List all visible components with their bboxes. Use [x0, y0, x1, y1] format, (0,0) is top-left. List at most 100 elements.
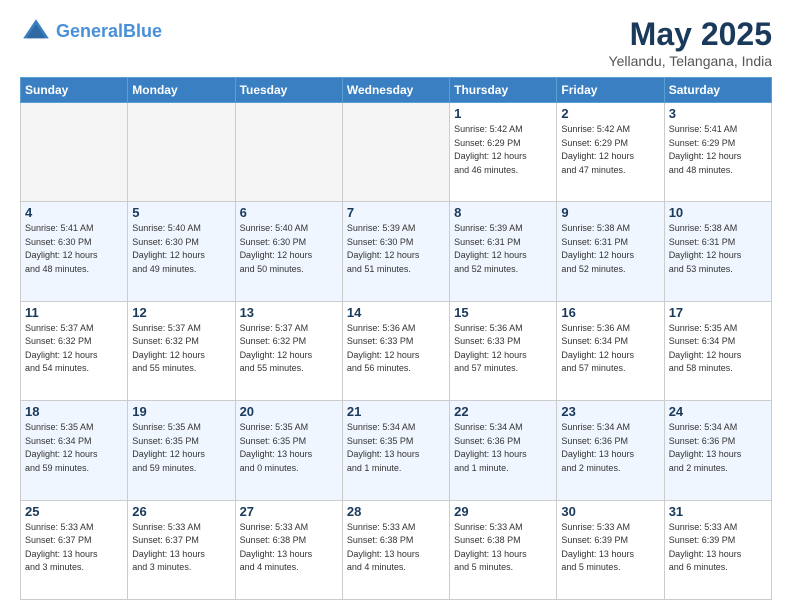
table-row [235, 103, 342, 202]
day-number: 28 [347, 504, 445, 519]
table-row: 29Sunrise: 5:33 AM Sunset: 6:38 PM Dayli… [450, 500, 557, 599]
day-number: 29 [454, 504, 552, 519]
day-number: 23 [561, 404, 659, 419]
th-tuesday: Tuesday [235, 78, 342, 103]
day-info: Sunrise: 5:39 AM Sunset: 6:30 PM Dayligh… [347, 222, 445, 276]
table-row: 24 Sunrise: 5:34 AM Sunset: 6:36 PM Dayli… [664, 401, 771, 500]
day-number: 5 [132, 205, 230, 220]
th-sunday: Sunday [21, 78, 128, 103]
day-info: Sunrise: 5:41 AM Sunset: 6:30 PM Dayligh… [25, 222, 123, 276]
calendar-header-row: Sunday Monday Tuesday Wednesday Thursday… [21, 78, 772, 103]
day-number: 15 [454, 305, 552, 320]
day-number: 6 [240, 205, 338, 220]
day-info: Sunrise: 5:36 AM Sunset: 6:33 PM Dayligh… [454, 322, 552, 376]
th-thursday: Thursday [450, 78, 557, 103]
day-info: Sunrise: 5:35 AM Sunset: 6:35 PM Dayligh… [240, 421, 338, 475]
day-info: Sunrise: 5:40 AM Sunset: 6:30 PM Dayligh… [240, 222, 338, 276]
table-row: 5 Sunrise: 5:40 AM Sunset: 6:30 PM Daylig… [128, 202, 235, 301]
day-info: Sunrise: 5:36 AM Sunset: 6:34 PM Dayligh… [561, 322, 659, 376]
day-number: 25 [25, 504, 123, 519]
day-info: Sunrise: 5:33 AM Sunset: 6:37 PM Dayligh… [132, 521, 230, 575]
day-info: Sunrise: 5:37 AM Sunset: 6:32 PM Dayligh… [240, 322, 338, 376]
table-row: 30 Sunrise: 5:33 AM Sunset: 6:39 PM Dayli… [557, 500, 664, 599]
table-row: 13 Sunrise: 5:37 AM Sunset: 6:32 PM Dayli… [235, 301, 342, 400]
logo-line2: Blue [123, 21, 162, 41]
day-number: 10 [669, 205, 767, 220]
table-row: 1Sunrise: 5:42 AM Sunset: 6:29 PM Daylig… [450, 103, 557, 202]
day-number: 8 [454, 205, 552, 220]
day-info: Sunrise: 5:35 AM Sunset: 6:34 PM Dayligh… [25, 421, 123, 475]
logo-icon [20, 16, 52, 48]
day-info: Sunrise: 5:37 AM Sunset: 6:32 PM Dayligh… [25, 322, 123, 376]
th-saturday: Saturday [664, 78, 771, 103]
day-info: Sunrise: 5:33 AM Sunset: 6:39 PM Dayligh… [561, 521, 659, 575]
logo-line1: General [56, 21, 123, 41]
day-number: 21 [347, 404, 445, 419]
day-info: Sunrise: 5:40 AM Sunset: 6:30 PM Dayligh… [132, 222, 230, 276]
table-row: 4 Sunrise: 5:41 AM Sunset: 6:30 PM Daylig… [21, 202, 128, 301]
table-row: 3 Sunrise: 5:41 AM Sunset: 6:29 PM Daylig… [664, 103, 771, 202]
day-number: 11 [25, 305, 123, 320]
day-info: Sunrise: 5:38 AM Sunset: 6:31 PM Dayligh… [669, 222, 767, 276]
calendar-week-row: 18Sunrise: 5:35 AM Sunset: 6:34 PM Dayli… [21, 401, 772, 500]
table-row: 26 Sunrise: 5:33 AM Sunset: 6:37 PM Dayli… [128, 500, 235, 599]
day-number: 26 [132, 504, 230, 519]
table-row: 22Sunrise: 5:34 AM Sunset: 6:36 PM Dayli… [450, 401, 557, 500]
table-row: 28 Sunrise: 5:33 AM Sunset: 6:38 PM Dayli… [342, 500, 449, 599]
day-number: 12 [132, 305, 230, 320]
day-number: 30 [561, 504, 659, 519]
day-info: Sunrise: 5:33 AM Sunset: 6:38 PM Dayligh… [240, 521, 338, 575]
table-row [342, 103, 449, 202]
table-row: 27Sunrise: 5:33 AM Sunset: 6:38 PM Dayli… [235, 500, 342, 599]
calendar-week-row: 11 Sunrise: 5:37 AM Sunset: 6:32 PM Dayli… [21, 301, 772, 400]
day-info: Sunrise: 5:42 AM Sunset: 6:29 PM Dayligh… [454, 123, 552, 177]
logo-text: GeneralBlue [56, 22, 162, 42]
table-row: 2 Sunrise: 5:42 AM Sunset: 6:29 PM Daylig… [557, 103, 664, 202]
table-row: 31 Sunrise: 5:33 AM Sunset: 6:39 PM Dayli… [664, 500, 771, 599]
day-info: Sunrise: 5:33 AM Sunset: 6:38 PM Dayligh… [347, 521, 445, 575]
day-info: Sunrise: 5:42 AM Sunset: 6:29 PM Dayligh… [561, 123, 659, 177]
table-row: 12 Sunrise: 5:37 AM Sunset: 6:32 PM Dayli… [128, 301, 235, 400]
location-title: Yellandu, Telangana, India [609, 53, 772, 69]
day-number: 24 [669, 404, 767, 419]
day-info: Sunrise: 5:34 AM Sunset: 6:36 PM Dayligh… [561, 421, 659, 475]
day-number: 14 [347, 305, 445, 320]
header: GeneralBlue May 2025 Yellandu, Telangana… [20, 16, 772, 69]
day-number: 13 [240, 305, 338, 320]
day-info: Sunrise: 5:41 AM Sunset: 6:29 PM Dayligh… [669, 123, 767, 177]
calendar-week-row: 25 Sunrise: 5:33 AM Sunset: 6:37 PM Dayli… [21, 500, 772, 599]
day-info: Sunrise: 5:33 AM Sunset: 6:39 PM Dayligh… [669, 521, 767, 575]
day-info: Sunrise: 5:36 AM Sunset: 6:33 PM Dayligh… [347, 322, 445, 376]
day-number: 3 [669, 106, 767, 121]
table-row: 15 Sunrise: 5:36 AM Sunset: 6:33 PM Dayli… [450, 301, 557, 400]
logo: GeneralBlue [20, 16, 162, 48]
th-wednesday: Wednesday [342, 78, 449, 103]
day-number: 7 [347, 205, 445, 220]
calendar-week-row: 4 Sunrise: 5:41 AM Sunset: 6:30 PM Daylig… [21, 202, 772, 301]
table-row: 14 Sunrise: 5:36 AM Sunset: 6:33 PM Dayli… [342, 301, 449, 400]
table-row: 19 Sunrise: 5:35 AM Sunset: 6:35 PM Dayli… [128, 401, 235, 500]
day-info: Sunrise: 5:33 AM Sunset: 6:37 PM Dayligh… [25, 521, 123, 575]
title-block: May 2025 Yellandu, Telangana, India [609, 16, 772, 69]
day-info: Sunrise: 5:38 AM Sunset: 6:31 PM Dayligh… [561, 222, 659, 276]
table-row: 17Sunrise: 5:35 AM Sunset: 6:34 PM Dayli… [664, 301, 771, 400]
day-info: Sunrise: 5:34 AM Sunset: 6:35 PM Dayligh… [347, 421, 445, 475]
day-number: 31 [669, 504, 767, 519]
table-row: 6 Sunrise: 5:40 AM Sunset: 6:30 PM Daylig… [235, 202, 342, 301]
month-title: May 2025 [609, 16, 772, 53]
table-row [21, 103, 128, 202]
table-row: 7 Sunrise: 5:39 AM Sunset: 6:30 PM Daylig… [342, 202, 449, 301]
day-number: 2 [561, 106, 659, 121]
table-row: 11 Sunrise: 5:37 AM Sunset: 6:32 PM Dayli… [21, 301, 128, 400]
day-number: 9 [561, 205, 659, 220]
day-number: 4 [25, 205, 123, 220]
table-row: 20Sunrise: 5:35 AM Sunset: 6:35 PM Dayli… [235, 401, 342, 500]
day-info: Sunrise: 5:34 AM Sunset: 6:36 PM Dayligh… [454, 421, 552, 475]
table-row: 8Sunrise: 5:39 AM Sunset: 6:31 PM Daylig… [450, 202, 557, 301]
day-info: Sunrise: 5:34 AM Sunset: 6:36 PM Dayligh… [669, 421, 767, 475]
th-friday: Friday [557, 78, 664, 103]
table-row: 9 Sunrise: 5:38 AM Sunset: 6:31 PM Daylig… [557, 202, 664, 301]
day-info: Sunrise: 5:35 AM Sunset: 6:35 PM Dayligh… [132, 421, 230, 475]
day-info: Sunrise: 5:37 AM Sunset: 6:32 PM Dayligh… [132, 322, 230, 376]
day-number: 19 [132, 404, 230, 419]
